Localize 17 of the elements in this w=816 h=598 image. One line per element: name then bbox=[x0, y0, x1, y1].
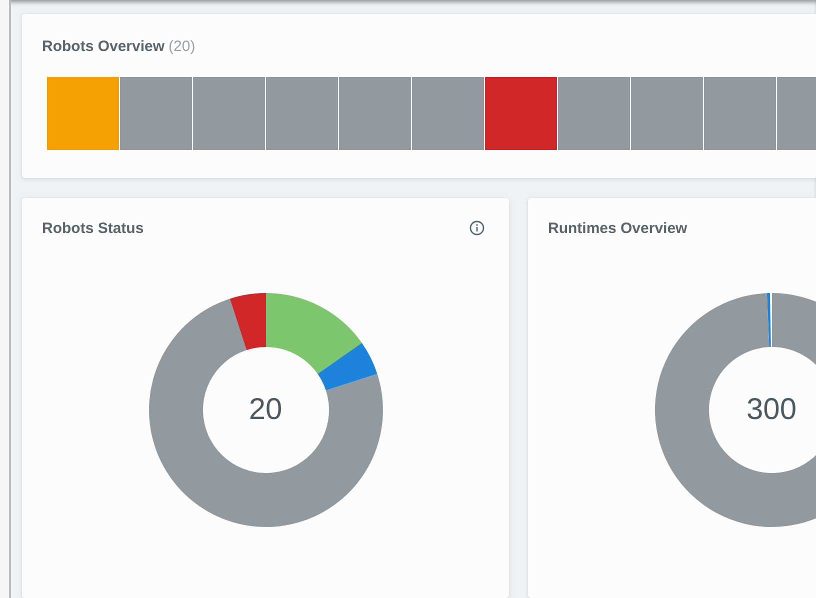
card-title: Runtimes Overview bbox=[548, 220, 688, 236]
robot-tile[interactable] bbox=[120, 77, 192, 150]
robot-tile[interactable] bbox=[339, 77, 411, 150]
robot-tile[interactable] bbox=[631, 77, 703, 150]
robot-tile[interactable] bbox=[193, 77, 265, 150]
robot-tile[interactable] bbox=[704, 77, 776, 150]
robot-tile[interactable] bbox=[558, 77, 630, 150]
robot-tile[interactable] bbox=[412, 77, 484, 150]
donut-total: 20 bbox=[248, 393, 282, 427]
info-icon[interactable] bbox=[469, 220, 485, 236]
donut-total: 300 bbox=[746, 393, 797, 427]
robot-tile[interactable] bbox=[266, 77, 338, 150]
robot-count: (20) bbox=[168, 38, 196, 55]
robot-tile[interactable] bbox=[47, 77, 119, 150]
robot-tile[interactable] bbox=[485, 77, 557, 150]
card-title: Robots Status bbox=[42, 220, 144, 236]
card-title: Robots Overview bbox=[42, 38, 165, 55]
